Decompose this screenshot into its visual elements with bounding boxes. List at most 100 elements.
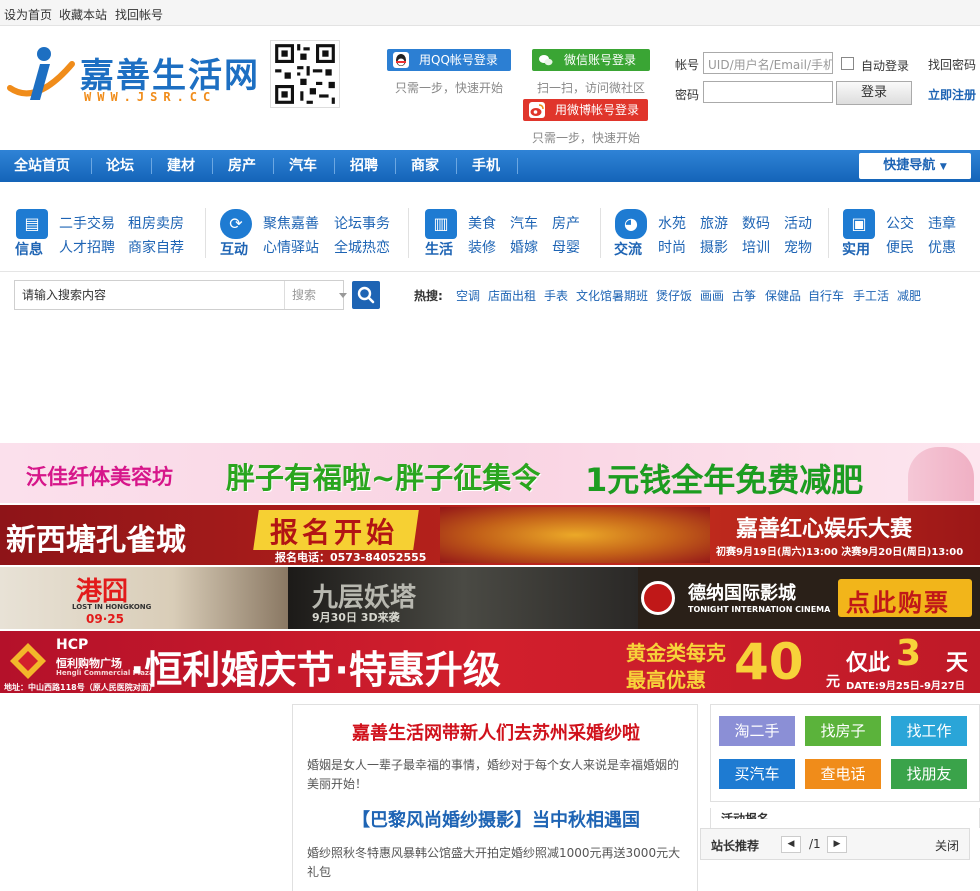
nav-forum[interactable]: 论坛 xyxy=(106,150,134,182)
article-title[interactable]: 嘉善生活网带新人们去苏州采婚纱啦 xyxy=(293,719,699,745)
quick-link-house[interactable]: 找房子 xyxy=(805,716,881,746)
nav-car[interactable]: 汽车 xyxy=(289,150,317,182)
account-input[interactable]: UID/用户名/Email/手机号 xyxy=(703,52,833,74)
password-label: 密码 xyxy=(675,88,700,102)
cat-link[interactable]: 租房卖房 xyxy=(128,213,184,233)
nav-home[interactable]: 全站首页 xyxy=(14,150,70,182)
logo-icon[interactable] xyxy=(6,44,76,104)
hot-search-link[interactable]: 店面出租 xyxy=(488,287,536,304)
weibo-login-button[interactable]: 用微博帐号登录 xyxy=(523,99,648,121)
hot-search-link[interactable]: 手表 xyxy=(544,287,568,304)
cat-link[interactable]: 数码 xyxy=(742,213,770,233)
quick-link-phone[interactable]: 查电话 xyxy=(805,759,881,789)
article-title[interactable]: 【巴黎风尚婚纱摄影】当中秋相遇国 xyxy=(293,806,699,832)
ad-banner-cinema[interactable]: 港囧 LOST IN HONGKONG 09·25 九层妖塔 9月30日 3D来… xyxy=(0,567,980,629)
cat-link[interactable]: 母婴 xyxy=(552,237,580,257)
nav-mobile[interactable]: 手机 xyxy=(472,150,500,182)
cat-link[interactable]: 优惠 xyxy=(928,237,956,257)
auto-login-checkbox[interactable] xyxy=(841,57,854,70)
quick-nav-dropdown[interactable]: 快捷导航 ▼ xyxy=(859,153,971,179)
ad-banner-mahjong[interactable]: 新西塘孔雀城 报名开始 报名电话：0573-84052555 嘉善红心娱乐大赛 … xyxy=(0,505,980,565)
quick-link-secondhand[interactable]: 淘二手 xyxy=(719,716,795,746)
find-password-link[interactable]: 找回密码 xyxy=(928,56,976,73)
cat-link[interactable]: 摄影 xyxy=(700,237,728,257)
nav-house[interactable]: 房产 xyxy=(228,150,256,182)
cat-link[interactable]: 房产 xyxy=(552,213,580,233)
cat-link[interactable]: 商家自荐 xyxy=(128,237,184,257)
qq-login-button[interactable]: 用QQ帐号登录 xyxy=(387,49,511,71)
cat-link[interactable]: 聚焦嘉善 xyxy=(263,213,319,233)
cat-link[interactable]: 违章 xyxy=(928,213,956,233)
cat-link[interactable]: 人才招聘 xyxy=(59,237,115,257)
register-link[interactable]: 立即注册 xyxy=(928,86,976,103)
search-box: 请输入搜索内容 搜索 xyxy=(14,280,347,310)
page-indicator: /1 xyxy=(809,837,821,851)
set-home-link[interactable]: 设为首页 xyxy=(4,6,52,23)
search-input[interactable]: 请输入搜索内容 xyxy=(15,281,285,309)
quick-link-job[interactable]: 找工作 xyxy=(891,716,967,746)
hot-search-link[interactable]: 减肥 xyxy=(897,287,921,304)
hot-search-link[interactable]: 手工活 xyxy=(853,287,889,304)
cat-link[interactable]: 时尚 xyxy=(658,237,686,257)
password-input[interactable] xyxy=(703,81,833,103)
cat-link[interactable]: 活动 xyxy=(784,213,812,233)
hot-search-link[interactable]: 煲仔饭 xyxy=(656,287,692,304)
next-arrow-icon[interactable]: ▶ xyxy=(827,836,847,853)
banner-text: 新西塘孔雀城 xyxy=(6,523,186,558)
wechat-login-tip: 扫一扫，访问微社区 xyxy=(537,81,646,95)
banner-text: 仅此 xyxy=(846,651,891,676)
find-account-link[interactable]: 找回帐号 xyxy=(115,6,163,23)
hot-search-link[interactable]: 自行车 xyxy=(808,287,844,304)
hot-search-link[interactable]: 文化馆暑期班 xyxy=(576,287,648,304)
cat-link[interactable]: 论坛事务 xyxy=(334,213,390,233)
category-exchange[interactable]: 交流 xyxy=(614,239,642,259)
recommend-title: 站长推荐 xyxy=(711,839,760,853)
search-button[interactable] xyxy=(352,281,380,309)
cat-link[interactable]: 心情驿站 xyxy=(263,237,319,257)
cat-link[interactable]: 培训 xyxy=(742,237,770,257)
nav-jobs[interactable]: 招聘 xyxy=(350,150,378,182)
nav-separator xyxy=(395,158,396,174)
close-button[interactable]: 关闭 xyxy=(935,837,959,854)
quick-link-car[interactable]: 买汽车 xyxy=(719,759,795,789)
category-life[interactable]: 生活 xyxy=(425,239,453,259)
banner-text: 天 xyxy=(946,651,969,676)
divider xyxy=(600,208,601,258)
hot-search-link[interactable]: 保健品 xyxy=(765,287,801,304)
cat-link[interactable]: 装修 xyxy=(468,237,496,257)
cat-link[interactable]: 全城热恋 xyxy=(334,237,390,257)
cat-link[interactable]: 宠物 xyxy=(784,237,812,257)
cat-link[interactable]: 旅游 xyxy=(700,213,728,233)
qq-icon xyxy=(393,52,409,68)
search-type-select[interactable]: 搜索 xyxy=(292,281,316,309)
nav-separator xyxy=(456,158,457,174)
nav-merchants[interactable]: 商家 xyxy=(411,150,439,182)
wechat-login-button[interactable]: 微信账号登录 xyxy=(532,49,650,71)
bookmark-link[interactable]: 收藏本站 xyxy=(59,6,107,23)
cat-link[interactable]: 婚嫁 xyxy=(510,237,538,257)
chevron-down-icon: ▼ xyxy=(939,162,947,172)
hot-search-link[interactable]: 古筝 xyxy=(732,287,756,304)
login-button[interactable]: 登录 xyxy=(836,81,912,105)
top-bar: 设为首页 收藏本站 找回帐号 xyxy=(0,0,980,26)
quick-link-friends[interactable]: 找朋友 xyxy=(891,759,967,789)
category-info[interactable]: 信息 xyxy=(15,239,43,259)
cat-link[interactable]: 水苑 xyxy=(658,213,686,233)
hot-search-link[interactable]: 画画 xyxy=(700,287,724,304)
nav-building[interactable]: 建材 xyxy=(167,150,195,182)
category-practical[interactable]: 实用 xyxy=(842,239,870,259)
weibo-icon xyxy=(529,102,545,118)
hot-search-link[interactable]: 空调 xyxy=(456,287,480,304)
ad-banner-wedding[interactable]: HCP 恒利购物广场 Hengli Commercial Plaza 地址：中山… xyxy=(0,631,980,693)
ad-banner-slimming[interactable]: 沃佳纤体美容坊 胖子有福啦~胖子征集令 1元钱全年免费减肥 xyxy=(0,443,980,503)
banner-text: TONIGHT INTERNATION CINEMA xyxy=(688,605,831,614)
cat-link[interactable]: 二手交易 xyxy=(59,213,115,233)
cat-link[interactable]: 公交 xyxy=(886,213,914,233)
chat-bubble-icon: ◕ xyxy=(615,209,647,239)
cat-link[interactable]: 汽车 xyxy=(510,213,538,233)
prev-arrow-icon[interactable]: ◀ xyxy=(781,836,801,853)
category-interact[interactable]: 互动 xyxy=(220,239,248,259)
cat-link[interactable]: 美食 xyxy=(468,213,496,233)
cat-link[interactable]: 便民 xyxy=(886,237,914,257)
banner-text: 报名电话：0573-84052555 xyxy=(275,551,427,564)
